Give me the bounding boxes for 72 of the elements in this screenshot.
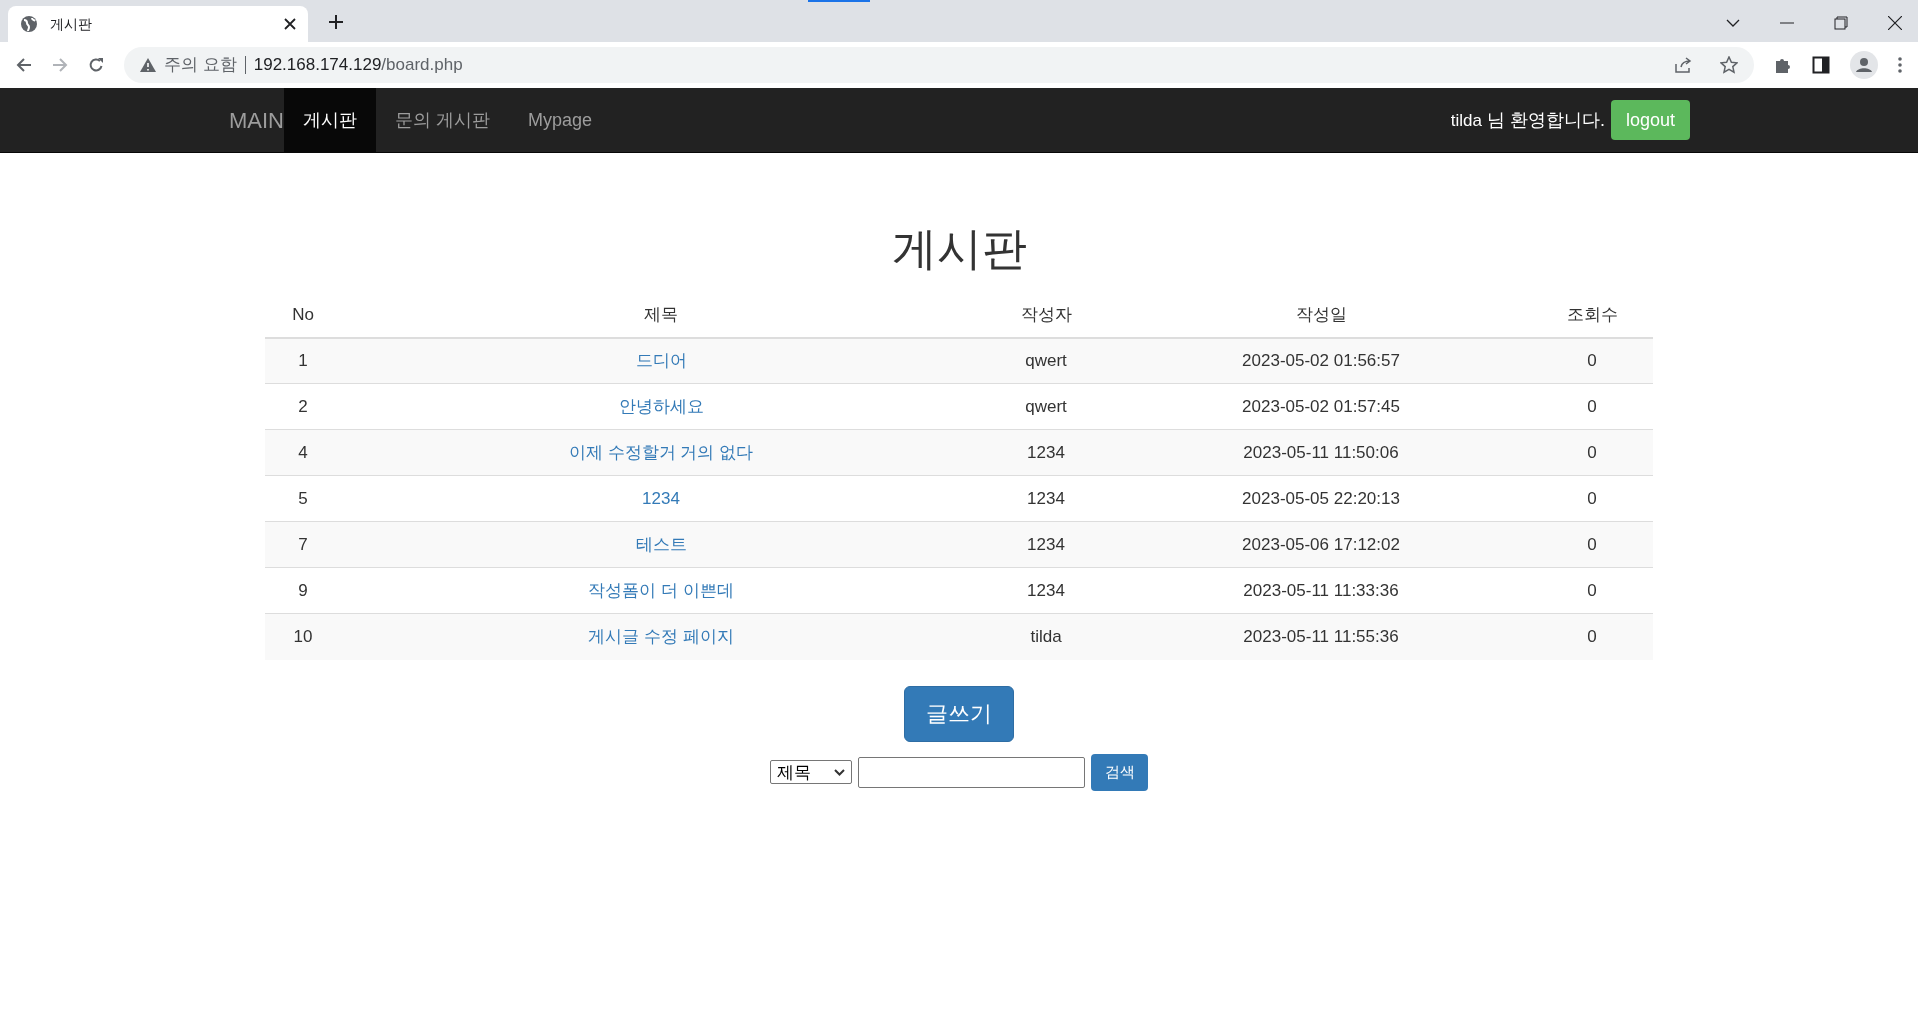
browser-tab[interactable]: 게시판 [8,6,308,42]
welcome-text: tilda 님 환영합니다. [1450,108,1605,132]
table-cell: 0 [1587,580,1597,600]
column-header: 작성일 [1295,304,1347,324]
new-tab-icon[interactable] [328,14,344,30]
tab-title: 게시판 [50,14,93,34]
column-header: 조회수 [1566,304,1618,324]
search-type-select[interactable]: 제목 [770,760,852,784]
table-cell: 2023-05-11 11:50:06 [1243,442,1399,462]
post-title-link[interactable]: 드디어 [635,351,687,370]
table-cell: 9 [298,580,308,600]
profile-icon[interactable] [1850,51,1878,79]
table-cell: 1234 [1027,534,1065,554]
nav-tab[interactable]: 문의 게시판 [376,88,509,152]
table-cell: 1234 [1027,580,1065,600]
reload-icon[interactable] [88,57,104,73]
table-cell: 0 [1587,351,1597,370]
write-button[interactable]: 글쓰기 [904,685,1014,742]
table-cell: 0 [1587,534,1597,554]
column-header: No [292,304,314,324]
logout-button[interactable]: logout [1610,100,1690,140]
search-button[interactable]: 검색 [1091,753,1148,791]
column-header: 작성자 [1020,304,1072,324]
security-label: 주의 요함 [164,54,237,77]
close-icon[interactable] [1888,16,1902,30]
table-cell: 0 [1587,396,1597,416]
table-cell: qwert [1025,351,1067,370]
table-cell: tilda [1030,627,1062,646]
table-cell: 10 [293,627,313,646]
table-cell: 4 [298,442,308,462]
brand-link[interactable]: MAIN [229,88,284,152]
share-icon[interactable] [1674,56,1692,74]
post-title-link[interactable]: 테스트 [635,534,687,554]
table-cell: 2023-05-11 11:33:36 [1243,580,1399,600]
post-title-link[interactable]: 게시글 수정 페이지 [588,627,734,646]
table-cell: 0 [1587,488,1597,508]
nav-tab[interactable]: 게시판 [284,88,376,152]
search-input[interactable] [858,756,1085,788]
menu-icon[interactable] [1898,57,1902,73]
nav-tab[interactable]: Mypage [509,88,612,152]
url-text: 192.168.174.129/board.php [253,54,463,77]
table-cell: qwert [1025,396,1067,416]
star-icon[interactable] [1720,56,1738,74]
table-cell: 2 [298,396,308,416]
address-bar[interactable]: 주의 요함 192.168.174.129/board.php [124,47,1754,83]
table-cell: 2023-05-05 22:20:13 [1242,488,1400,508]
side-panel-icon[interactable] [1812,56,1830,74]
warning-icon [140,58,156,72]
globe-icon [20,15,38,33]
table-cell: 1 [298,351,308,370]
post-title-link[interactable]: 안녕하세요 [618,396,704,416]
table-cell: 1234 [1027,442,1065,462]
table-cell: 2023-05-11 11:55:36 [1243,627,1399,646]
column-header: 제목 [644,304,678,324]
table-cell: 0 [1587,442,1597,462]
table-cell: 7 [298,534,308,554]
table-cell: 2023-05-02 01:56:57 [1242,351,1400,370]
table-cell: 0 [1587,627,1597,646]
post-title-link[interactable]: 작성폼이 더 이쁜데 [588,580,734,600]
restore-icon[interactable] [1834,16,1848,30]
page-heading: 게시판 [891,222,1027,276]
chevron-down-icon [834,768,845,776]
post-title-link[interactable]: 1234 [642,488,680,508]
post-title-link[interactable]: 이제 수정할거 거의 없다 [568,442,754,462]
puzzle-icon[interactable] [1774,56,1792,74]
table-cell: 1234 [1027,488,1065,508]
close-icon[interactable] [284,18,296,30]
table-cell: 2023-05-06 17:12:02 [1242,534,1400,554]
chevron-down-icon[interactable] [1726,19,1740,27]
back-icon[interactable] [16,57,32,73]
table-cell: 5 [298,488,308,508]
table-cell: 2023-05-02 01:57:45 [1242,396,1400,416]
